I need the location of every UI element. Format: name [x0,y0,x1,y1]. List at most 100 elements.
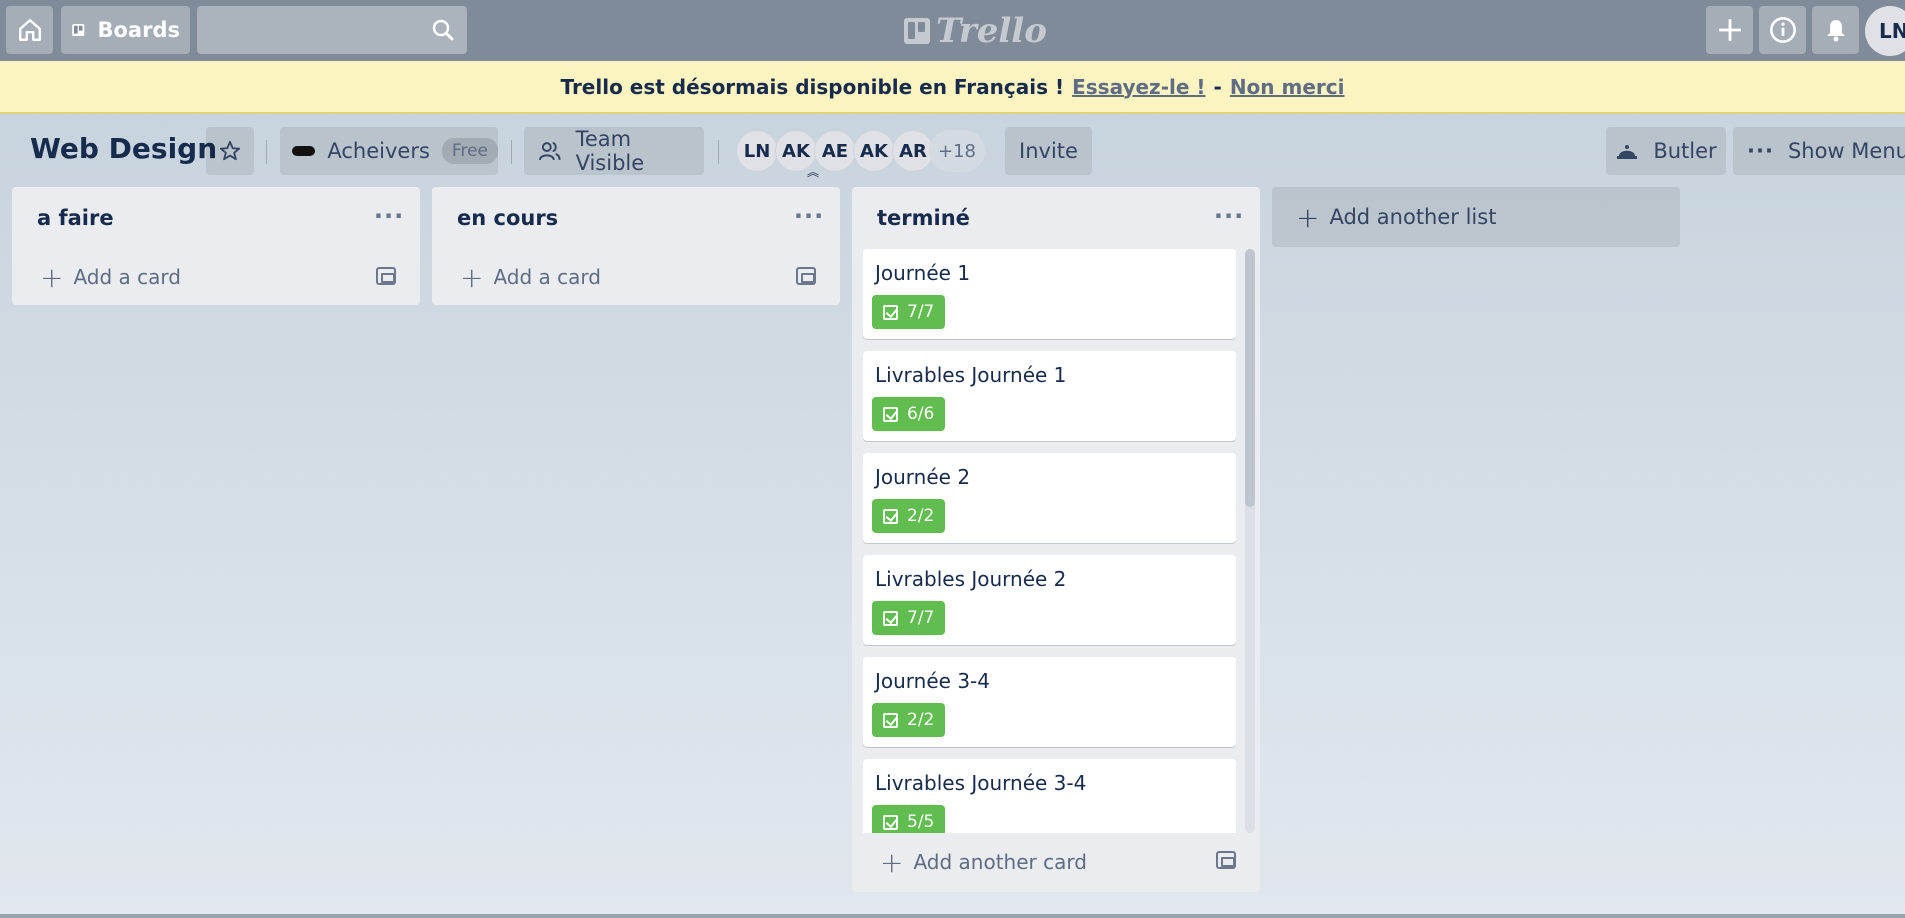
list-title[interactable]: en cours [457,206,558,230]
checklist-badge: 6/6 [872,397,946,431]
scrollbar-thumb[interactable] [1245,249,1255,507]
info-icon [1769,17,1796,43]
bell-icon [1826,20,1845,42]
top-nav-bar: Boards Trello LN [0,0,1905,61]
search-icon [432,19,454,41]
more-members-button[interactable]: +18 [929,130,985,172]
visibility-label: Team Visible [575,127,645,175]
checklist-count: 6/6 [907,404,935,424]
language-banner: Trello est désormais disponible en Franç… [0,61,1905,114]
checklist-count: 2/2 [907,710,935,730]
butler-bell-icon [1617,145,1638,159]
plan-badge: Free [441,138,498,164]
notifications-button[interactable] [1812,6,1859,54]
home-icon [18,19,41,41]
invite-button[interactable]: Invite [1005,127,1092,175]
checklist-count: 2/2 [907,506,935,526]
add-list-button[interactable]: + Add another list [1272,187,1680,247]
card[interactable]: Livrables Journée 2 7/7 [863,555,1236,645]
boards-icon [72,23,85,37]
search-input[interactable] [197,6,467,54]
member-avatar[interactable]: AE [814,130,856,172]
card[interactable]: Livrables Journée 1 6/6 [863,351,1236,441]
card[interactable]: Journée 3-4 2/2 [863,657,1236,747]
team-name: Acheivers [327,139,430,163]
add-card-button[interactable]: + Add a card [432,249,840,305]
plus-icon: + [40,260,64,294]
checklist-icon [883,610,898,626]
info-button[interactable] [1759,6,1806,54]
add-card-label: Add a card [73,265,181,289]
checklist-icon [883,814,898,830]
team-button[interactable]: Acheivers Free [280,127,498,175]
add-card-button[interactable]: + Add another card [852,833,1260,891]
plus-icon: + [880,845,904,879]
checklist-badge: 2/2 [872,499,946,533]
butler-button[interactable]: Butler [1606,127,1726,175]
list-menu-icon[interactable]: ··· [794,201,824,231]
header-divider [266,140,267,164]
checklist-badge: 5/5 [872,805,946,833]
checklist-icon [883,712,898,728]
checklist-count: 7/7 [907,608,935,628]
member-avatar[interactable]: LN [736,130,778,172]
list-a-faire: a faire ··· + Add a card [12,187,420,305]
user-avatar[interactable]: LN [1865,6,1905,56]
card-template-icon[interactable] [376,267,396,285]
banner-separator: - [1213,74,1222,99]
team-logo-icon [292,146,316,156]
plus-icon [1718,19,1741,41]
visibility-button[interactable]: Team Visible [524,127,704,175]
card[interactable]: Livrables Journée 3-4 5/5 [863,759,1236,833]
checklist-icon [883,406,898,422]
list-title[interactable]: a faire [37,206,114,230]
card-title: Livrables Journée 2 [875,567,1067,591]
card-title: Journée 1 [875,261,971,285]
show-menu-button[interactable]: ··· Show Menu [1733,127,1905,175]
header-divider [718,140,719,164]
list-title[interactable]: terminé [877,206,970,230]
list-menu-icon[interactable]: ··· [1214,201,1244,231]
checklist-count: 5/5 [907,812,935,832]
admin-chevron-icon: ︽ [807,165,820,179]
checklist-count: 7/7 [907,302,935,322]
list-scrollbar[interactable] [1245,249,1255,833]
create-button[interactable] [1706,6,1753,54]
banner-message: Trello est désormais disponible en Franç… [560,74,1065,99]
card[interactable]: Journée 1 7/7 [863,249,1236,339]
star-icon [219,140,241,161]
list-header[interactable]: en cours ··· [432,187,840,249]
card-template-icon[interactable] [796,267,816,285]
butler-label: Butler [1653,139,1717,163]
card-title: Journée 3-4 [875,669,990,693]
try-french-link[interactable]: Essayez-le ! [1072,75,1205,99]
card-title: Livrables Journée 3-4 [875,771,1087,795]
dismiss-banner-link[interactable]: Non merci [1230,75,1345,99]
board-title[interactable]: Web Design [30,132,217,165]
member-avatar[interactable]: AR [892,130,934,172]
boards-button[interactable]: Boards [61,6,190,54]
card[interactable]: Journée 2 2/2 [863,453,1236,543]
trello-logo-icon [904,18,930,44]
list-en-cours: en cours ··· + Add a card [432,187,840,305]
plus-icon: + [460,260,484,294]
boards-label: Boards [97,18,181,42]
plus-icon: + [1296,200,1320,234]
home-button[interactable] [6,6,53,54]
more-dots-icon: ··· [1747,139,1774,163]
show-menu-label: Show Menu [1787,139,1905,163]
list-menu-icon[interactable]: ··· [374,201,404,231]
list-header[interactable]: terminé ··· [852,187,1260,249]
card-title: Journée 2 [875,465,971,489]
member-avatar[interactable]: AK [853,130,895,172]
list-header[interactable]: a faire ··· [12,187,420,249]
card-template-icon[interactable] [1216,851,1236,869]
add-list-label: Add another list [1329,205,1497,229]
add-card-label: Add a card [493,265,601,289]
board-bottom-edge [0,914,1905,918]
add-card-button[interactable]: + Add a card [12,249,420,305]
star-board-button[interactable] [206,127,254,175]
logo-text: Trello [936,11,1047,51]
trello-logo[interactable]: Trello [904,11,1047,51]
team-visible-icon [538,142,561,161]
